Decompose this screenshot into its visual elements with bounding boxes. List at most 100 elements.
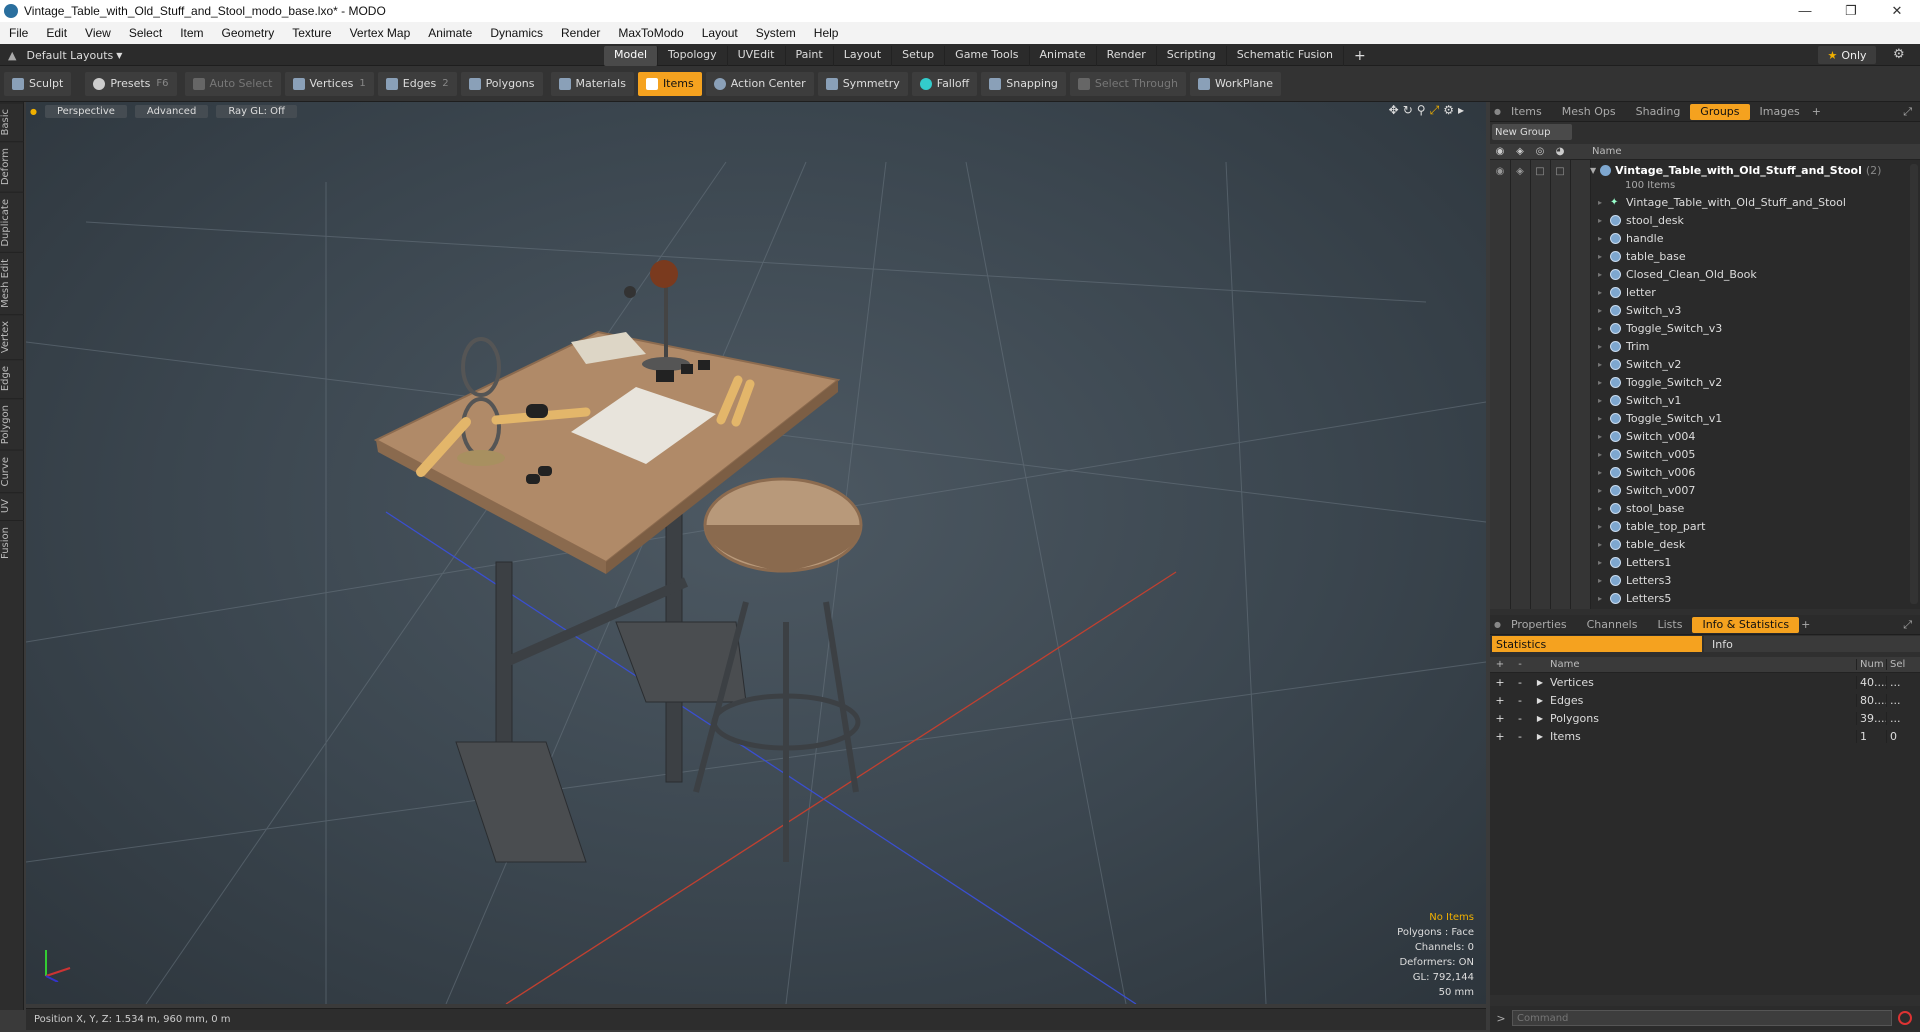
- select-icon[interactable]: ◎: [1530, 146, 1550, 157]
- remove-icon[interactable]: -: [1510, 712, 1530, 725]
- eye-icon[interactable]: ◉: [1490, 166, 1510, 177]
- tab-info-statistics[interactable]: Info & Statistics: [1692, 616, 1800, 633]
- table-row[interactable]: + - ▶ Vertices 40.... ...: [1490, 673, 1920, 691]
- pan-icon[interactable]: ✥: [1389, 103, 1403, 117]
- list-item[interactable]: ▸ Switch_v007: [1598, 481, 1846, 499]
- menu-view[interactable]: View: [76, 26, 120, 40]
- materials-button[interactable]: Materials: [550, 71, 634, 96]
- list-item[interactable]: ▸ Switch_v1: [1598, 391, 1846, 409]
- layout-collapse-icon[interactable]: ▲: [8, 49, 16, 62]
- list-item[interactable]: ▸ Toggle_Switch_v2: [1598, 373, 1846, 391]
- tab-paint[interactable]: Paint: [786, 46, 834, 66]
- zoom-icon[interactable]: ⚲: [1417, 103, 1430, 117]
- menu-animate[interactable]: Animate: [419, 26, 481, 40]
- list-item[interactable]: ▸ stool_base: [1598, 499, 1846, 517]
- list-item[interactable]: ▸ Switch_v006: [1598, 463, 1846, 481]
- menu-geometry[interactable]: Geometry: [213, 26, 284, 40]
- add-icon[interactable]: +: [1490, 712, 1510, 725]
- viewport-menu-dot[interactable]: ●: [30, 107, 37, 116]
- list-item[interactable]: ▸ Trim: [1598, 337, 1846, 355]
- tab-groups[interactable]: Groups: [1690, 103, 1750, 120]
- tab-channels[interactable]: Channels: [1577, 618, 1648, 631]
- tab-animate[interactable]: Animate: [1030, 46, 1097, 66]
- tab-render[interactable]: Render: [1097, 46, 1157, 66]
- list-item[interactable]: ▸ Letters1: [1598, 553, 1846, 571]
- close-icon[interactable]: ✕: [1874, 3, 1920, 19]
- falloff-button[interactable]: Falloff: [911, 71, 978, 96]
- table-row[interactable]: + - ▶ Edges 80.... ...: [1490, 691, 1920, 709]
- command-input[interactable]: [1512, 1010, 1892, 1026]
- expand-arrow-icon[interactable]: ▼: [1590, 166, 1596, 175]
- tab-topology[interactable]: Topology: [658, 46, 728, 66]
- raygl-button[interactable]: Ray GL: Off: [216, 104, 297, 118]
- menu-edit[interactable]: Edit: [37, 26, 76, 40]
- lock-icon[interactable]: ◈: [1510, 166, 1530, 177]
- layout-selector[interactable]: Default Layouts: [26, 49, 113, 62]
- tooltab-mesh-edit[interactable]: Mesh Edit: [0, 252, 24, 315]
- tab-uvedit[interactable]: UVEdit: [728, 46, 786, 66]
- lock-icon[interactable]: ◈: [1510, 146, 1530, 157]
- polygons-button[interactable]: Polygons: [460, 71, 543, 96]
- only-button[interactable]: ★ Only: [1818, 46, 1876, 64]
- auto-select-button[interactable]: Auto Select: [184, 71, 281, 96]
- tab-game-tools[interactable]: Game Tools: [945, 46, 1030, 66]
- eye-icon[interactable]: ◉: [1490, 146, 1510, 157]
- tooltab-curve[interactable]: Curve: [0, 449, 24, 493]
- tab-lists[interactable]: Lists: [1647, 618, 1692, 631]
- list-item[interactable]: ▸ handle: [1598, 229, 1846, 247]
- minimize-icon[interactable]: —: [1782, 3, 1828, 19]
- workplane-button[interactable]: WorkPlane: [1189, 71, 1281, 96]
- menu-system[interactable]: System: [747, 26, 805, 40]
- menu-maxtomodo[interactable]: MaxToModo: [609, 26, 692, 40]
- list-item[interactable]: ▸ stool_desk: [1598, 211, 1846, 229]
- menu-layout[interactable]: Layout: [693, 26, 747, 40]
- group-root[interactable]: ▼ Vintage_Table_with_Old_Stuff_and_Stool…: [1590, 164, 1881, 177]
- menu-select[interactable]: Select: [120, 26, 171, 40]
- expand-arrow-icon[interactable]: ▶: [1530, 678, 1550, 687]
- tab-shading[interactable]: Shading: [1626, 105, 1691, 118]
- list-item[interactable]: ▸ Switch_v004: [1598, 427, 1846, 445]
- add-icon[interactable]: +: [1490, 730, 1510, 743]
- viewport-arrow-icon[interactable]: ▸: [1458, 103, 1468, 117]
- fit-icon[interactable]: ⤢: [1430, 103, 1444, 117]
- edges-button[interactable]: Edges 2: [377, 71, 457, 96]
- subtab-statistics[interactable]: Statistics: [1492, 636, 1702, 652]
- add-tab-icon[interactable]: +: [1801, 618, 1810, 631]
- new-group-button[interactable]: New Group: [1492, 124, 1572, 140]
- subtab-info[interactable]: Info: [1704, 636, 1920, 652]
- list-item[interactable]: ▸ Switch_v005: [1598, 445, 1846, 463]
- list-item[interactable]: ▸ Switch_v2: [1598, 355, 1846, 373]
- tab-mesh-ops[interactable]: Mesh Ops: [1552, 105, 1626, 118]
- add-all-icon[interactable]: +: [1490, 659, 1510, 670]
- list-item[interactable]: ▸ Toggle_Switch_v3: [1598, 319, 1846, 337]
- tooltab-polygon[interactable]: Polygon: [0, 397, 24, 450]
- add-tab-icon[interactable]: +: [1812, 105, 1821, 118]
- panel-menu-dot[interactable]: ●: [1494, 107, 1501, 116]
- expand-icon[interactable]: ⤢: [1903, 105, 1912, 119]
- list-item[interactable]: ▸ table_base: [1598, 247, 1846, 265]
- list-item[interactable]: ▸ Letters5: [1598, 589, 1846, 607]
- vertices-button[interactable]: Vertices 1: [284, 71, 374, 96]
- gear-icon[interactable]: ⚙: [1893, 47, 1905, 62]
- menu-item[interactable]: Item: [171, 26, 212, 40]
- rotate-icon[interactable]: ↻: [1403, 103, 1417, 117]
- symmetry-button[interactable]: Symmetry: [817, 71, 908, 96]
- remove-all-icon[interactable]: -: [1510, 659, 1530, 670]
- snapping-button[interactable]: Snapping: [981, 71, 1066, 96]
- remove-icon[interactable]: -: [1510, 676, 1530, 689]
- tab-images[interactable]: Images: [1750, 105, 1810, 118]
- add-icon[interactable]: +: [1490, 676, 1510, 689]
- tooltab-edge[interactable]: Edge: [0, 359, 24, 398]
- remove-icon[interactable]: -: [1510, 730, 1530, 743]
- menu-render[interactable]: Render: [552, 26, 609, 40]
- list-item[interactable]: ▸ table_desk: [1598, 535, 1846, 553]
- tooltab-duplicate[interactable]: Duplicate: [0, 191, 24, 253]
- menu-help[interactable]: Help: [805, 26, 848, 40]
- record-icon[interactable]: [1898, 1011, 1912, 1025]
- shading-button[interactable]: Advanced: [134, 104, 209, 118]
- 3d-viewport[interactable]: ● Perspective Advanced Ray GL: Off ✥↻⚲⤢⚙…: [26, 102, 1486, 1004]
- tooltab-fusion[interactable]: Fusion: [0, 519, 24, 565]
- menu-dynamics[interactable]: Dynamics: [481, 26, 552, 40]
- list-item[interactable]: ▸ Letters3: [1598, 571, 1846, 589]
- maximize-icon[interactable]: ❐: [1828, 3, 1874, 19]
